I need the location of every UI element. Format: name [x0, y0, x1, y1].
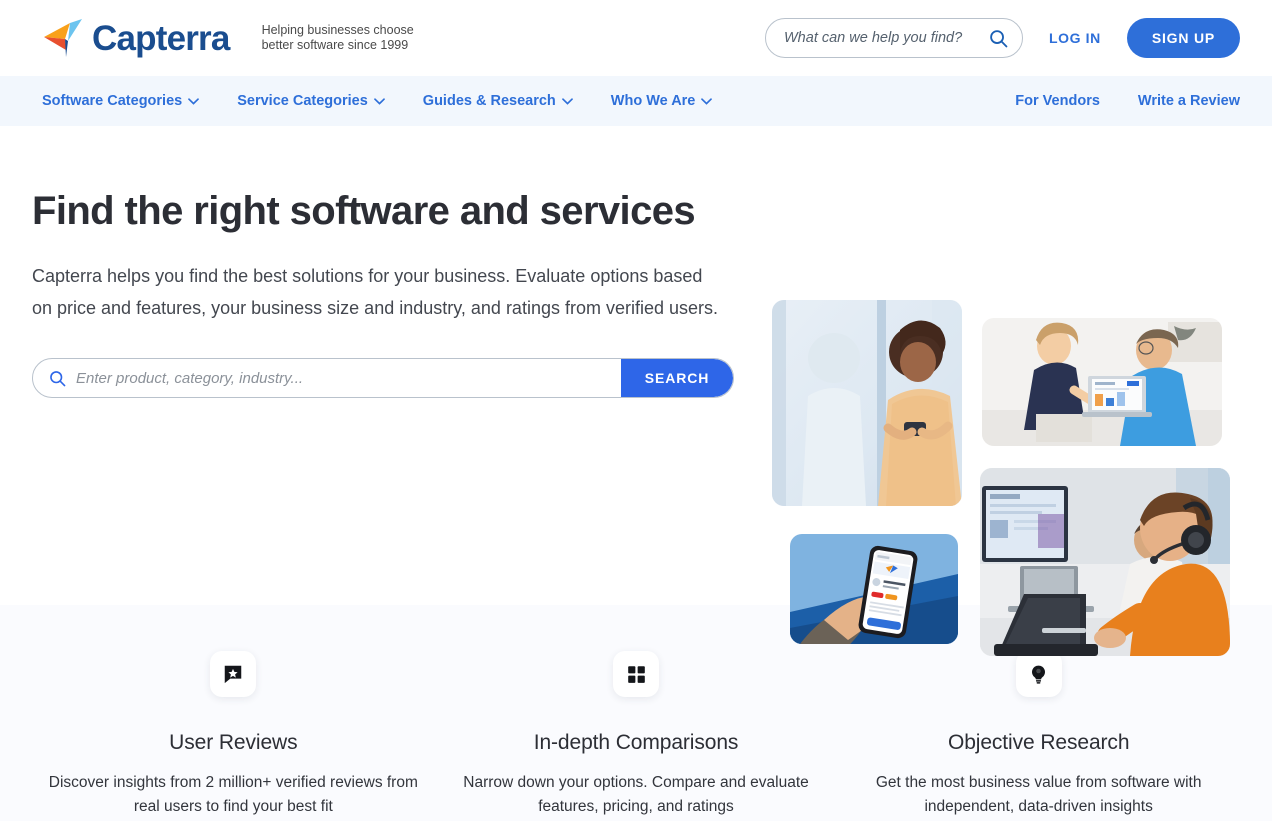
brand-tagline: Helping businesses choose better softwar… [246, 23, 414, 53]
primary-navigation: Software Categories Service Categories G… [0, 76, 1272, 126]
grid-squares-icon [613, 651, 659, 697]
header-actions: LOG IN SIGN UP [765, 18, 1240, 58]
header-search[interactable] [765, 18, 1023, 58]
logo-wordmark: Capterra [92, 18, 230, 58]
capterra-paper-plane-logo-icon [42, 17, 88, 59]
page-title: Find the right software and services [32, 189, 696, 233]
feature-description: Discover insights from 2 million+ verifi… [48, 774, 418, 815]
nav-label: Service Categories [237, 93, 368, 109]
hero-search-icon [33, 370, 76, 387]
hero-search-bar[interactable]: SEARCH [32, 358, 734, 398]
feature-in-depth-comparisons: In-depth Comparisons Narrow down your op… [435, 651, 838, 821]
hero-subtitle: Capterra helps you find the best solutio… [32, 266, 719, 318]
nav-label: Guides & Research [422, 93, 556, 109]
nav-right-group: For Vendors Write a Review [1015, 93, 1240, 109]
hero-search-button[interactable]: SEARCH [621, 359, 733, 397]
feature-description: Narrow down your options. Compare and ev… [463, 774, 809, 815]
signup-button[interactable]: SIGN UP [1126, 18, 1240, 58]
hero-image-collage [770, 298, 1232, 658]
chevron-down-icon [561, 97, 573, 108]
nav-item-service-categories[interactable]: Service Categories [237, 93, 385, 109]
feature-user-reviews: User Reviews Discover insights from 2 mi… [32, 651, 435, 821]
feature-title: Objective Research [947, 731, 1130, 754]
photo-woman-phone [772, 300, 962, 506]
site-header: Capterra Helping businesses choose bette… [0, 0, 1272, 76]
nav-item-guides-and-research[interactable]: Guides & Research [423, 93, 573, 109]
nav-item-for-vendors[interactable]: For Vendors [1015, 93, 1100, 109]
feature-title: In-depth Comparisons [533, 731, 739, 754]
hero-search-input[interactable] [76, 359, 621, 397]
nav-item-software-categories[interactable]: Software Categories [42, 93, 200, 109]
nav-label: Who We Are [610, 93, 696, 109]
chevron-down-icon [373, 97, 385, 108]
header-search-icon[interactable] [989, 29, 1008, 48]
nav-item-who-we-are[interactable]: Who We Are [611, 93, 713, 109]
brand-lockup[interactable]: Capterra Helping businesses choose bette… [42, 17, 414, 59]
feature-description: Get the most business value from softwar… [875, 774, 1202, 815]
tagline-line-2: better software since 1999 [261, 38, 409, 52]
chevron-down-icon [188, 97, 200, 108]
hero-content: Find the right software and services Cap… [32, 188, 752, 605]
login-link[interactable]: LOG IN [1049, 30, 1101, 46]
chat-bubble-star-icon [210, 651, 257, 697]
header-search-input[interactable] [784, 30, 989, 46]
nav-left-group: Software Categories Service Categories G… [42, 93, 713, 109]
feature-title: User Reviews [169, 731, 298, 754]
photo-two-people [982, 318, 1222, 446]
feature-objective-research: Objective Research Get the most business… [837, 651, 1240, 821]
photo-hand-phone [790, 534, 958, 644]
tagline-line-1: Helping businesses choose [261, 23, 414, 37]
logo[interactable]: Capterra [42, 17, 230, 59]
photo-headset [980, 468, 1230, 656]
nav-label: Software Categories [42, 93, 183, 109]
hero-section: Find the right software and services Cap… [0, 126, 1272, 656]
nav-item-write-a-review[interactable]: Write a Review [1138, 93, 1240, 109]
chevron-down-icon [701, 97, 713, 108]
